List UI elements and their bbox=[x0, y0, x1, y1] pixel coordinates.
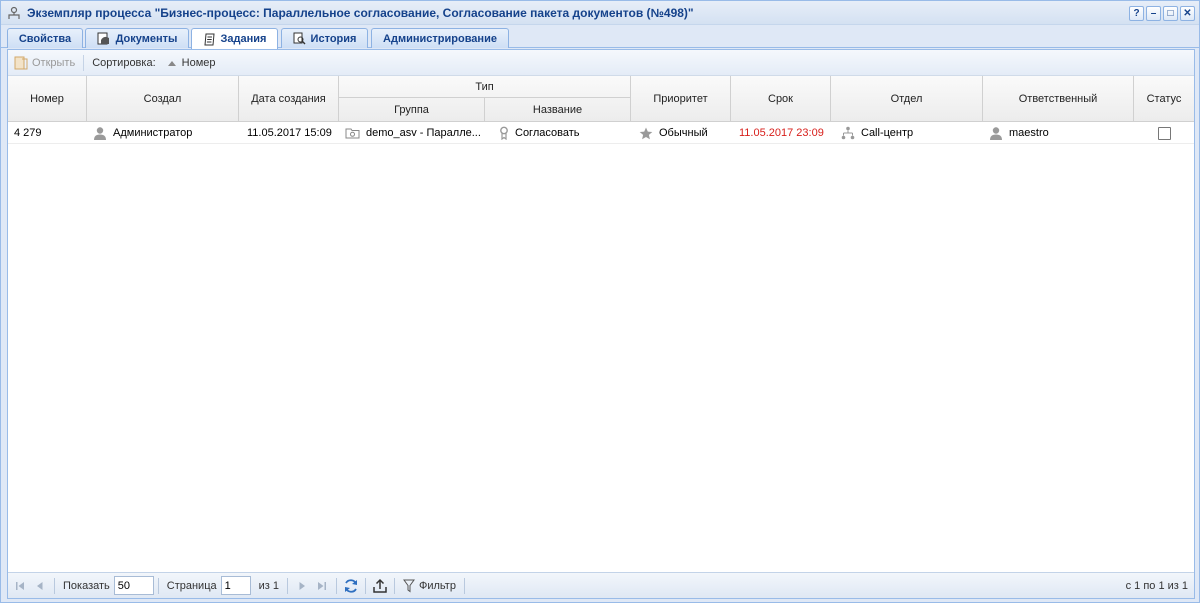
tab-tasks[interactable]: Задания bbox=[191, 28, 278, 49]
grid-toolbar: Открыть Сортировка: Номер bbox=[8, 50, 1194, 76]
page-count-label: из 1 bbox=[258, 579, 279, 592]
tab-label: Свойства bbox=[18, 32, 72, 45]
tasks-scroll-icon bbox=[203, 33, 215, 45]
grid-header: Номер Создал Дата создания Тип Группа На… bbox=[8, 76, 1194, 122]
sort-chip-number[interactable]: Номер bbox=[162, 57, 222, 69]
window-titlebar[interactable]: Экземпляр процесса "Бизнес-процесс: Пара… bbox=[1, 1, 1199, 25]
column-header-department[interactable]: Отдел bbox=[831, 76, 983, 121]
first-page-button[interactable] bbox=[10, 576, 30, 596]
open-button[interactable]: Открыть bbox=[8, 50, 81, 75]
open-button-label: Открыть bbox=[32, 56, 76, 69]
priority-value: Обычный bbox=[659, 127, 708, 139]
history-search-icon bbox=[293, 32, 306, 45]
process-instance-window: Экземпляр процесса "Бизнес-процесс: Пара… bbox=[0, 0, 1200, 603]
column-header-created[interactable]: Дата создания bbox=[239, 76, 339, 121]
star-icon bbox=[639, 127, 653, 139]
org-structure-icon bbox=[841, 126, 855, 140]
cell-number: 4 279 bbox=[14, 127, 42, 139]
user-icon bbox=[990, 127, 1002, 140]
user-icon bbox=[94, 127, 106, 140]
last-page-button[interactable] bbox=[312, 576, 332, 596]
first-page-icon bbox=[16, 581, 24, 590]
group-name: demo_asv - Паралле... bbox=[366, 127, 481, 139]
cell-deadline: 11.05.2017 23:09 bbox=[739, 127, 824, 139]
pager-separator bbox=[365, 577, 366, 594]
refresh-icon bbox=[345, 578, 357, 593]
cell-responsible: maestro bbox=[983, 122, 1134, 144]
creator-name: Администратор bbox=[113, 127, 193, 139]
cell-creator: Администратор bbox=[87, 122, 239, 144]
next-page-icon bbox=[299, 581, 305, 590]
responsible-name: maestro bbox=[1009, 127, 1049, 139]
pager-separator bbox=[336, 577, 337, 594]
pager-separator bbox=[394, 577, 395, 594]
maximize-button[interactable]: □ bbox=[1163, 6, 1178, 21]
page-number-input[interactable] bbox=[220, 576, 251, 595]
sort-label: Сортировка: bbox=[92, 56, 156, 69]
next-page-button[interactable] bbox=[292, 576, 312, 596]
documents-icon bbox=[97, 32, 109, 45]
pager-separator bbox=[54, 577, 55, 594]
page-size-input[interactable] bbox=[113, 576, 154, 595]
last-page-icon bbox=[318, 581, 326, 590]
minimize-button[interactable]: – bbox=[1146, 6, 1161, 21]
column-header-status[interactable]: Статус bbox=[1134, 76, 1194, 121]
task-name: Согласовать bbox=[515, 127, 580, 139]
window-tools: ? – □ ✕ bbox=[1129, 6, 1195, 21]
column-header-responsible[interactable]: Ответственный bbox=[983, 76, 1134, 121]
tab-documents[interactable]: Документы bbox=[85, 28, 189, 48]
export-upload-icon bbox=[373, 578, 387, 593]
cell-department: Call-центр bbox=[831, 122, 983, 144]
sort-field-label: Номер bbox=[181, 56, 216, 69]
department-name: Call-центр bbox=[861, 127, 914, 139]
tab-label: Документы bbox=[115, 32, 178, 45]
tasks-panel: Открыть Сортировка: Номер Номер Создал Д… bbox=[7, 49, 1195, 599]
tab-label: Администрирование bbox=[383, 32, 497, 45]
tab-history[interactable]: История bbox=[281, 28, 368, 48]
tab-label: Задания bbox=[220, 33, 267, 45]
previous-page-icon bbox=[37, 581, 43, 590]
process-icon bbox=[8, 6, 20, 19]
tab-properties[interactable]: Свойства bbox=[7, 28, 83, 48]
cell-created: 11.05.2017 15:09 bbox=[247, 127, 332, 139]
filter-funnel-icon bbox=[403, 579, 415, 592]
page-label: Страница bbox=[166, 579, 217, 592]
refresh-button[interactable] bbox=[341, 576, 361, 596]
column-header-deadline[interactable]: Срок bbox=[731, 76, 831, 121]
sort-ascending-icon bbox=[167, 60, 176, 66]
toolbar-separator bbox=[83, 54, 85, 71]
cell-group: demo_asv - Паралле... bbox=[339, 122, 485, 144]
column-header-name[interactable]: Название bbox=[485, 98, 631, 121]
filter-label: Фильтр bbox=[419, 579, 456, 592]
status-checkbox[interactable] bbox=[1157, 126, 1171, 140]
column-header-type: Тип bbox=[339, 76, 631, 98]
cell-status bbox=[1134, 122, 1194, 144]
cell-priority: Обычный bbox=[631, 122, 731, 144]
column-header-number[interactable]: Номер bbox=[8, 76, 87, 121]
paging-toolbar: Показать Страница из 1 bbox=[8, 572, 1194, 598]
export-button[interactable] bbox=[370, 576, 390, 596]
close-button[interactable]: ✕ bbox=[1180, 6, 1195, 21]
table-row[interactable]: 4 279 Администратор 11.05.2017 15:09 dem… bbox=[8, 122, 1194, 144]
approval-badge-icon bbox=[500, 126, 508, 140]
folder-gear-icon bbox=[345, 128, 360, 139]
column-header-priority[interactable]: Приоритет bbox=[631, 76, 731, 121]
window-title: Экземпляр процесса "Бизнес-процесс: Пара… bbox=[27, 6, 694, 20]
paging-info: с 1 по 1 из 1 bbox=[1125, 579, 1188, 592]
open-document-icon bbox=[14, 56, 28, 69]
column-header-creator[interactable]: Создал bbox=[87, 76, 239, 121]
tab-administration[interactable]: Администрирование bbox=[371, 28, 509, 48]
filter-button[interactable]: Фильтр bbox=[399, 579, 460, 593]
previous-page-button[interactable] bbox=[30, 576, 50, 596]
page-size-label: Показать bbox=[63, 579, 110, 592]
pager-separator bbox=[463, 577, 465, 594]
column-header-group[interactable]: Группа bbox=[339, 98, 485, 121]
tab-label: История bbox=[310, 32, 357, 45]
help-button[interactable]: ? bbox=[1129, 6, 1144, 21]
pager-separator bbox=[287, 577, 288, 594]
pager-separator bbox=[157, 577, 159, 594]
cell-name: Согласовать bbox=[485, 122, 631, 144]
tab-strip: Свойства Документы Задания История Админ… bbox=[1, 25, 1199, 49]
